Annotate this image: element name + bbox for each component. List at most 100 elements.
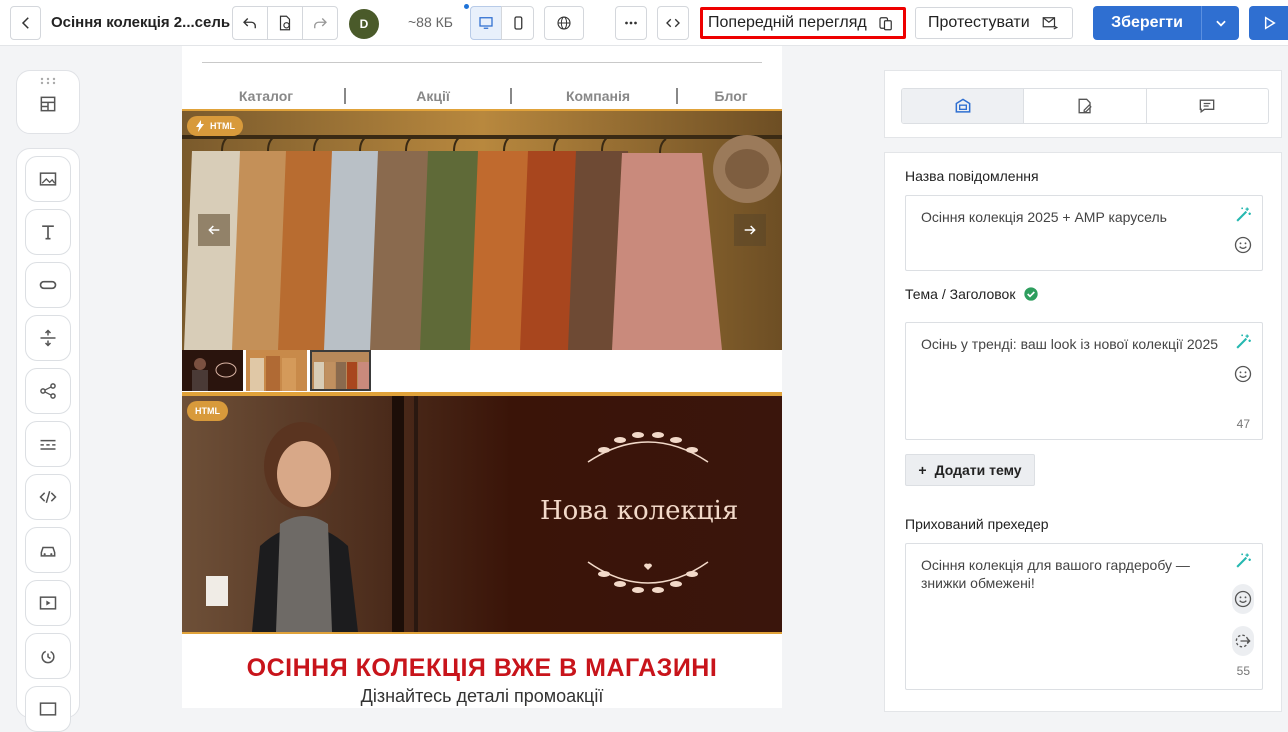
message-name-value[interactable]: Осіння колекція 2025 + AMP карусель	[921, 208, 1221, 226]
html-badge: HTML	[187, 116, 243, 136]
subject-field[interactable]: Осінь у тренді: ваш look із нової колекц…	[905, 322, 1263, 440]
ai-magic-button[interactable]	[1232, 331, 1254, 353]
save-button[interactable]: Зберегти	[1093, 6, 1201, 40]
magic-wand-icon	[1236, 553, 1251, 568]
tool-html[interactable]	[25, 474, 71, 520]
arrow-right-icon	[744, 225, 756, 235]
mail-settings-icon	[955, 98, 971, 113]
redo-button[interactable]	[302, 6, 338, 40]
run-button[interactable]	[1249, 6, 1288, 40]
share-icon	[40, 383, 56, 399]
code-button[interactable]	[657, 6, 689, 40]
carousel-next-button[interactable]	[734, 214, 766, 246]
comment-icon	[1199, 99, 1215, 114]
tab-design[interactable]	[1024, 89, 1147, 123]
save-dropdown-button[interactable]	[1201, 6, 1239, 40]
banner-title: Нова колекція	[540, 496, 739, 526]
nav-separator	[510, 88, 512, 104]
subject-label: Тема / Заголовок	[905, 286, 1039, 302]
undo-icon	[243, 18, 256, 29]
desktop-icon	[479, 17, 493, 29]
dashed-arrow-icon	[1235, 634, 1251, 648]
nav-item-blog[interactable]: Блог	[680, 88, 782, 104]
structure-panel	[16, 70, 80, 134]
tool-product[interactable]	[25, 527, 71, 573]
tool-banner[interactable]	[25, 686, 71, 732]
preheader-label-text: Прихований прехедер	[905, 516, 1049, 532]
html-badge-label: HTML	[195, 406, 220, 416]
send-mail-icon	[1042, 17, 1059, 30]
tool-text[interactable]	[25, 209, 71, 255]
carousel-thumbnail-active[interactable]	[310, 350, 371, 391]
ai-magic-button[interactable]	[1232, 204, 1254, 226]
history-button[interactable]	[267, 6, 303, 40]
tool-spacer[interactable]	[25, 315, 71, 361]
back-button[interactable]	[10, 6, 41, 40]
layout-icon[interactable]	[38, 94, 58, 114]
message-settings-panel: Назва повідомлення Осіння колекція 2025 …	[884, 152, 1282, 712]
language-button[interactable]	[544, 6, 584, 40]
arrow-left-icon	[208, 225, 220, 235]
emoji-button[interactable]	[1232, 584, 1254, 614]
tool-image[interactable]	[25, 156, 71, 202]
nav-item-company[interactable]: Компанія	[516, 88, 680, 104]
preheader-value[interactable]: Осіння колекція для вашого гардеробу — з…	[921, 556, 1221, 592]
html-badge-label: HTML	[210, 121, 235, 131]
image-icon	[39, 172, 57, 186]
test-button[interactable]: Протестувати	[915, 7, 1073, 39]
preheader-field[interactable]: Осіння колекція для вашого гардеробу — з…	[905, 543, 1263, 690]
tool-menu[interactable]	[25, 421, 71, 467]
globe-icon	[557, 16, 571, 30]
desktop-view-button[interactable]	[470, 6, 502, 40]
more-button[interactable]	[615, 6, 647, 40]
carousel-image-coats	[182, 111, 782, 350]
undo-button[interactable]	[232, 6, 268, 40]
tool-social[interactable]	[25, 368, 71, 414]
carousel-thumbnail[interactable]	[182, 350, 243, 391]
thumbnail-image	[182, 350, 243, 391]
message-name-field[interactable]: Осіння колекція 2025 + AMP карусель	[905, 195, 1263, 271]
subject-label-text: Тема / Заголовок	[905, 286, 1016, 302]
preview-button[interactable]: Попередній перегляд	[700, 7, 906, 39]
nav-item-catalog[interactable]: Каталог	[182, 88, 350, 104]
test-label: Протестувати	[928, 14, 1030, 31]
tab-comments[interactable]	[1147, 89, 1268, 123]
preview-label: Попередній перегляд	[708, 14, 867, 31]
emoji-button[interactable]	[1232, 363, 1254, 385]
add-topic-button[interactable]: + Додати тему	[905, 454, 1035, 486]
email-nav-menu: Каталог Акції Компанія Блог	[182, 88, 782, 104]
avatar[interactable]: D	[349, 9, 379, 39]
preheader-char-counter: 55	[1236, 664, 1250, 678]
chevron-down-icon	[1215, 20, 1226, 27]
blocks-toolbar	[16, 148, 80, 732]
carousel-prev-button[interactable]	[198, 214, 230, 246]
tool-button[interactable]	[25, 262, 71, 308]
mobile-view-button[interactable]	[501, 6, 534, 40]
menu-icon	[40, 439, 56, 450]
emoji-button[interactable]	[1232, 234, 1254, 256]
ai-magic-button[interactable]	[1232, 550, 1254, 572]
preview-device-icon	[879, 17, 892, 31]
carousel-thumbnail[interactable]	[246, 350, 307, 391]
document-brush-icon	[1078, 98, 1092, 114]
new-collection-banner[interactable]: Нова колекція HTML	[182, 394, 782, 634]
nav-separator	[344, 88, 346, 104]
chevron-left-icon	[21, 17, 29, 29]
thumbnail-image	[246, 350, 307, 391]
preheader-label: Прихований прехедер	[905, 516, 1049, 532]
message-name-label: Назва повідомлення	[905, 168, 1039, 184]
drag-handle-icon[interactable]	[40, 77, 56, 85]
tool-video[interactable]	[25, 580, 71, 626]
subject-value[interactable]: Осінь у тренді: ваш look із нової колекц…	[921, 335, 1221, 353]
check-circle-icon	[1024, 287, 1039, 301]
nav-item-promotions[interactable]: Акції	[350, 88, 516, 104]
tab-message-settings[interactable]	[902, 89, 1025, 123]
amp-carousel-block[interactable]: HTML	[182, 109, 782, 394]
campaign-title: Осіння колекція 2...сель	[51, 14, 231, 31]
thumbnail-image	[312, 352, 369, 389]
emoji-icon	[1234, 236, 1252, 254]
tool-timer[interactable]	[25, 633, 71, 679]
promo-subheading: Дізнайтесь деталі промоакції	[360, 686, 604, 706]
magic-wand-icon	[1236, 207, 1251, 222]
insert-variable-button[interactable]	[1232, 626, 1254, 656]
